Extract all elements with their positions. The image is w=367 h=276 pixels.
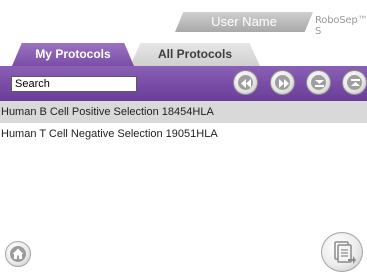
rewind-icon [241, 79, 251, 88]
protocol-list-item[interactable]: Human B Cell Positive Selection 18454HLA [0, 101, 367, 123]
scroll-up-button[interactable] [342, 70, 367, 95]
fast-forward-button[interactable] [270, 70, 295, 95]
protocol-document-icon [334, 241, 356, 264]
protocol-toolbar: Search [0, 66, 367, 101]
scroll-down-button[interactable] [306, 70, 331, 95]
scroll-up-icon [351, 79, 360, 86]
tab-my-protocols[interactable]: My Protocols [12, 43, 134, 66]
user-name-tab[interactable]: User Name [175, 12, 313, 32]
protocol-action-button[interactable] [321, 232, 363, 272]
brand-logo: RoboSep™-S [315, 15, 367, 37]
home-icon [10, 246, 26, 262]
top-bar: User Name RoboSep™-S [0, 0, 367, 37]
scroll-down-icon [315, 80, 324, 87]
protocol-list-item[interactable]: Human T Cell Negative Selection 19051HLA [0, 123, 367, 145]
home-button[interactable] [5, 241, 31, 267]
protocol-list: Human B Cell Positive Selection 18454HLA… [0, 101, 367, 231]
fast-forward-icon [279, 79, 289, 88]
rewind-button[interactable] [233, 70, 258, 95]
tab-all-protocols[interactable]: All Protocols [130, 43, 260, 66]
search-input[interactable]: Search [11, 76, 137, 92]
